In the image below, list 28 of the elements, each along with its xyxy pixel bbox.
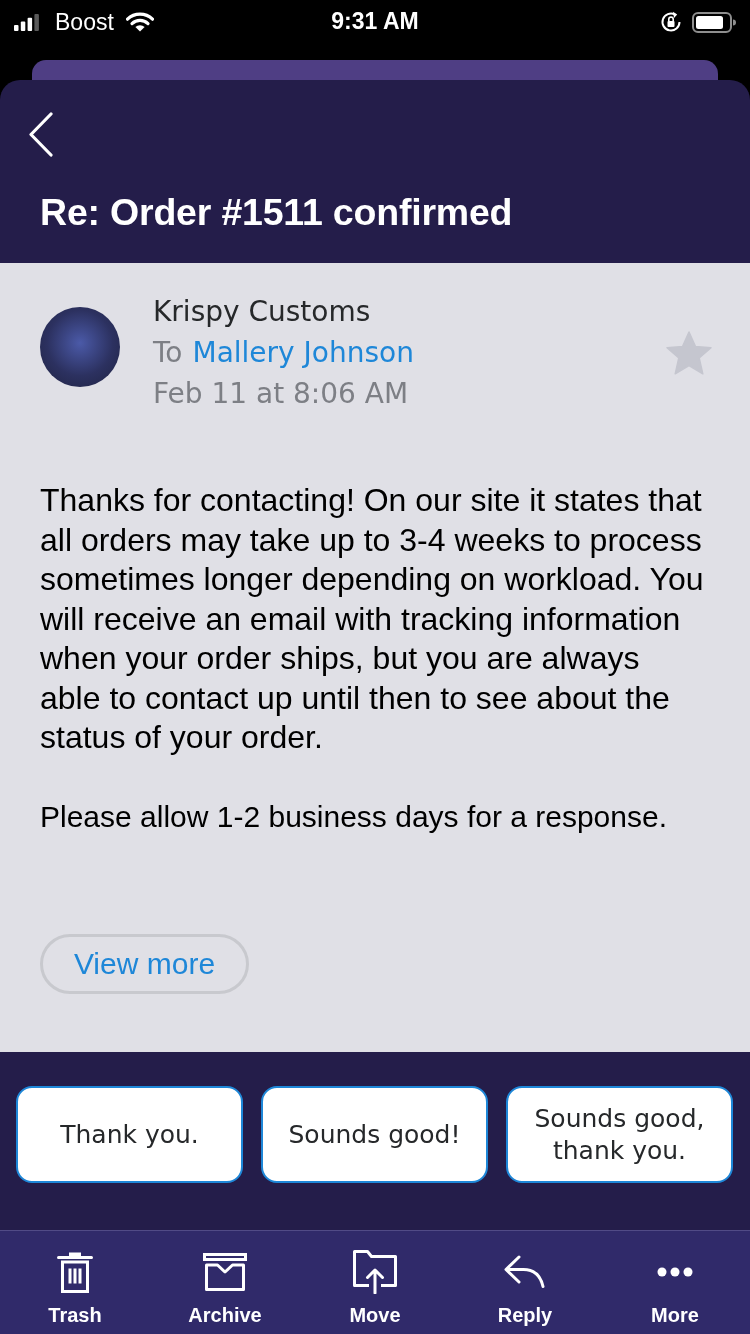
quick-reply-button[interactable]: Sounds good! bbox=[261, 1086, 488, 1183]
back-icon bbox=[28, 112, 54, 157]
trash-button[interactable]: Trash bbox=[0, 1231, 150, 1334]
email-subject: Re: Order #1511 confirmed bbox=[40, 192, 514, 234]
star-icon[interactable] bbox=[666, 331, 712, 375]
quick-reply-button[interactable]: Thank you. bbox=[16, 1086, 243, 1183]
to-label: To bbox=[153, 336, 183, 369]
more-dots-icon bbox=[657, 1267, 693, 1277]
trash-icon bbox=[57, 1251, 93, 1293]
wifi-icon bbox=[125, 12, 154, 32]
battery-icon bbox=[692, 11, 736, 33]
back-button[interactable] bbox=[28, 112, 54, 157]
status-time: 9:31 AM bbox=[331, 8, 419, 36]
reply-icon bbox=[504, 1254, 546, 1290]
signal-icon bbox=[14, 13, 39, 31]
folder-upload-icon bbox=[353, 1250, 397, 1294]
rotation-lock-icon bbox=[660, 11, 682, 33]
quick-reply-button[interactable]: Sounds good, thank you. bbox=[506, 1086, 733, 1183]
message-paragraph: Thanks for contacting! On our site it states that all orders may take up to 3-4 weeks to process sometimes longer depending on workload. You will receive an email with tracking information when your order ships, but you are always able to contact up until then to see about the status of your order. bbox=[40, 481, 705, 757]
sender-name: Krispy Customs bbox=[153, 295, 371, 328]
move-button[interactable]: Move bbox=[300, 1231, 450, 1334]
archive-box-icon bbox=[203, 1253, 247, 1291]
more-button[interactable]: More bbox=[600, 1231, 750, 1334]
carrier-name: Boost bbox=[55, 10, 114, 34]
archive-button[interactable]: Archive bbox=[150, 1231, 300, 1334]
sent-date: Feb 11 at 8:06 AM bbox=[153, 377, 409, 410]
message-paragraph: Please allow 1-2 business days for a response. bbox=[40, 799, 668, 835]
reply-button[interactable]: Reply bbox=[450, 1231, 600, 1334]
